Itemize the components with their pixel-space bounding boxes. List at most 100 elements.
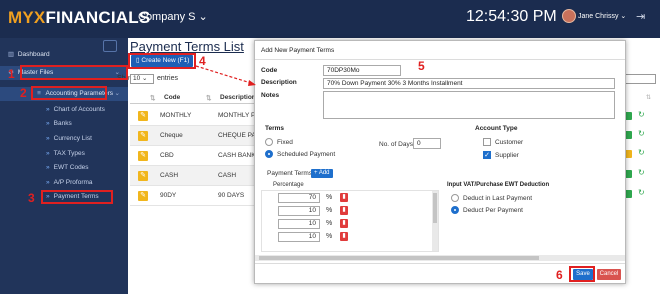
company-selector[interactable]: Company S ⌄ (138, 10, 208, 23)
account-type-label: Account Type (475, 125, 518, 132)
clock: 12:54:30 PM (466, 8, 557, 25)
add-payment-term-button[interactable]: + Add (311, 169, 333, 178)
sort-icon[interactable]: ⇅ (206, 94, 211, 102)
edit-icon[interactable]: ✎ (138, 151, 148, 161)
company-name: Company S (138, 11, 196, 23)
column-header-description[interactable]: Description (220, 94, 256, 101)
percent-symbol: % (326, 207, 333, 214)
add-label: Add (318, 170, 330, 176)
scrollbar-thumb[interactable] (259, 256, 539, 260)
deduct-per-payment-label: Deduct Per Payment (463, 207, 523, 214)
refresh-icon[interactable]: ↻ (638, 148, 645, 157)
annotation-box-save (569, 266, 595, 282)
edit-icon[interactable]: ✎ (138, 131, 148, 141)
top-bar: MYXFINANCIALS Company S ⌄ 12:54:30 PM Ja… (0, 0, 660, 38)
refresh-icon[interactable]: ↻ (638, 188, 645, 197)
cancel-button[interactable]: Cancel (597, 269, 621, 280)
code-field[interactable]: 70DP30Mo (323, 65, 401, 76)
scrollbar[interactable] (432, 191, 438, 251)
annotation-box-master-files (20, 65, 128, 80)
annotation-number: 4 (199, 54, 206, 68)
horizontal-scrollbar[interactable] (255, 255, 625, 261)
app-logo[interactable]: MYXFINANCIALS (8, 6, 150, 30)
annotation-number: 2 (20, 86, 27, 100)
sidebar-item-label: EWT Codes (53, 164, 89, 171)
deduct-last-payment-label: Deduct in Last Payment (463, 195, 533, 202)
row-code: Cheque (160, 132, 183, 139)
column-header-code[interactable]: Code (164, 94, 180, 101)
refresh-icon[interactable]: ↻ (638, 129, 645, 138)
table-row: ✎ Cheque CHEQUE PAYMENT (130, 126, 262, 146)
sidebar-item-tax-types[interactable]: » TAX Types (0, 150, 128, 160)
add-payment-terms-modal: Add New Payment Terms Code 70DP30Mo Desc… (254, 40, 626, 284)
chevron-right-icon: » (46, 135, 50, 142)
sidebar-item-dashboard[interactable]: ▥ Dashboard (0, 50, 128, 62)
chevron-down-icon: ⌄ (620, 13, 627, 20)
search-input[interactable] (622, 74, 656, 84)
edit-icon[interactable]: ✎ (138, 111, 148, 121)
supplier-label: Supplier (495, 152, 519, 159)
sidebar-item-label: A/P Proforma (53, 179, 93, 186)
percentage-field[interactable]: 10 (278, 206, 320, 216)
table-row: ✎ 90DY 90 DAYS (130, 186, 262, 206)
ewt-label: Input VAT/Purchase EWT Deduction (447, 182, 550, 188)
percentage-field[interactable]: 70 (278, 193, 320, 203)
annotation-number: 6 (556, 268, 563, 282)
sidebar-item-chart-of-accounts[interactable]: » Chart of Accounts (0, 106, 128, 116)
scrollbar-thumb[interactable] (433, 193, 437, 223)
percentage-field[interactable]: 10 (278, 232, 320, 242)
trash-icon[interactable]: ▮ (340, 193, 348, 202)
annotation-number: 5 (418, 59, 425, 73)
table-header: ⇅ Code ⇅ Description (130, 90, 262, 104)
notes-textarea[interactable] (323, 91, 615, 119)
percent-symbol: % (326, 233, 333, 240)
chevron-right-icon: » (46, 164, 50, 171)
percentage-field[interactable]: 10 (278, 219, 320, 229)
sidebar-item-banks[interactable]: » Banks (0, 120, 128, 130)
edit-icon[interactable]: ✎ (138, 171, 148, 181)
trash-icon[interactable]: ▮ (340, 232, 348, 241)
refresh-icon[interactable]: ↻ (638, 110, 645, 119)
row-code: CASH (160, 172, 179, 179)
sidebar-item-ewt-codes[interactable]: » EWT Codes (0, 164, 128, 174)
sidebar-item-ap-proforma[interactable]: » A/P Proforma (0, 179, 128, 189)
customer-checkbox[interactable] (483, 138, 491, 146)
no-of-days-field[interactable]: 0 (413, 138, 441, 149)
entries-label: entries (157, 75, 179, 82)
refresh-icon[interactable]: ↻ (638, 168, 645, 177)
payment-terms-label: Payment Terms (267, 170, 313, 177)
divider (255, 59, 625, 60)
row-code: CBD (160, 152, 174, 159)
sort-icon[interactable]: ⇅ (150, 94, 155, 102)
avatar[interactable] (562, 9, 576, 23)
annotation-box-payment-terms (41, 190, 113, 204)
percent-symbol: % (326, 194, 333, 201)
supplier-checkbox[interactable]: ✓ (483, 151, 491, 159)
row-description: MONTHLY PAYMENT (218, 112, 258, 119)
trash-icon[interactable]: ▮ (340, 206, 348, 215)
description-label: Description (261, 79, 297, 86)
sidebar-item-currency-list[interactable]: » Currency List (0, 135, 128, 145)
notes-label: Notes (261, 92, 280, 99)
arrow-line (195, 65, 255, 85)
page-size-select[interactable]: 10 ⌄ (130, 74, 154, 84)
sort-icon[interactable]: ⇅ (646, 94, 651, 101)
user-menu[interactable]: Jane Chrissy ⌄ (578, 12, 626, 20)
logout-icon[interactable]: ⇥ (636, 10, 645, 23)
logo-prefix: MYX (8, 8, 46, 27)
terms-label: Terms (265, 125, 285, 132)
deduct-per-payment-radio[interactable] (451, 206, 459, 214)
percent-symbol: % (326, 220, 333, 227)
dashboard-icon: ▥ (7, 51, 15, 58)
sidebar-item-label: Banks (53, 120, 72, 127)
edit-icon[interactable]: ✎ (138, 191, 148, 201)
modal-title: Add New Payment Terms (261, 47, 335, 54)
annotation-box-accounting-parameters (31, 86, 107, 100)
description-field[interactable]: 70% Down Payment 30% 3 Months Installmen… (323, 78, 615, 89)
no-of-days-label: No. of Days (379, 141, 413, 148)
trash-icon[interactable]: ▮ (340, 219, 348, 228)
scheduled-payment-radio[interactable] (265, 150, 273, 158)
fixed-radio[interactable] (265, 138, 273, 146)
deduct-last-payment-radio[interactable] (451, 194, 459, 202)
chevron-right-icon: » (46, 179, 50, 186)
